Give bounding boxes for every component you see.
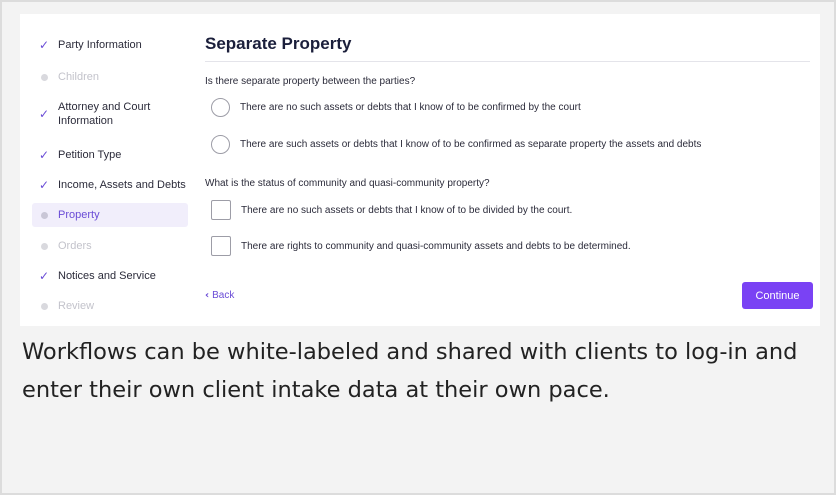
back-label: Back xyxy=(212,290,235,301)
sidebar-item-attorney-court[interactable]: ✓ Attorney and Court Information xyxy=(32,96,188,132)
sidebar-item-children: Children xyxy=(32,64,188,90)
steps-sidebar: ✓ Party Information Children ✓ Attorney … xyxy=(32,32,188,319)
checkbox[interactable] xyxy=(211,236,231,256)
checkbox[interactable] xyxy=(211,200,231,220)
question-community-property: What is the status of community and quas… xyxy=(205,178,490,189)
back-link[interactable]: ‹ Back xyxy=(205,290,234,301)
sidebar-item-label: Property xyxy=(58,209,100,221)
radio-option-no-separate[interactable]: There are no such assets or debts that I… xyxy=(211,98,581,117)
sidebar-item-label: Income, Assets and Debts xyxy=(58,179,186,191)
continue-button[interactable]: Continue xyxy=(742,282,813,309)
check-icon: ✓ xyxy=(38,269,50,283)
dot-icon xyxy=(38,209,50,221)
sidebar-item-property[interactable]: Property xyxy=(32,203,188,227)
check-icon: ✓ xyxy=(38,148,50,162)
question-separate-property: Is there separate property between the p… xyxy=(205,76,416,87)
sidebar-item-label: Attorney and Court Information xyxy=(58,101,151,127)
checkbox-option-no-community[interactable]: There are no such assets or debts that I… xyxy=(211,200,572,220)
radio-button[interactable] xyxy=(211,135,230,154)
sidebar-item-petition-type[interactable]: ✓ Petition Type xyxy=(32,142,188,168)
caption-text: Workflows can be white-labeled and share… xyxy=(22,339,798,403)
dot-icon xyxy=(38,300,50,312)
title-divider xyxy=(205,61,810,62)
sidebar-item-review: Review xyxy=(32,293,188,319)
check-icon: ✓ xyxy=(38,38,50,52)
sidebar-item-label: Orders xyxy=(58,240,92,252)
radio-option-has-separate[interactable]: There are such assets or debts that I kn… xyxy=(211,135,701,154)
sidebar-item-label: Notices and Service xyxy=(58,270,156,282)
sidebar-item-label: Petition Type xyxy=(58,149,122,161)
sidebar-item-label: Children xyxy=(58,71,99,83)
sidebar-item-label: Review xyxy=(58,300,95,312)
radio-button[interactable] xyxy=(211,98,230,117)
sidebar-item-label: Party Information xyxy=(58,39,142,51)
option-label: There are rights to community and quasi-… xyxy=(241,240,631,252)
checkbox-option-rights-community[interactable]: There are rights to community and quasi-… xyxy=(211,236,631,256)
sidebar-item-party-information[interactable]: ✓ Party Information xyxy=(32,32,188,58)
sidebar-item-income-assets-debts[interactable]: ✓ Income, Assets and Debts xyxy=(32,172,188,198)
workflow-card: ✓ Party Information Children ✓ Attorney … xyxy=(20,14,820,326)
sidebar-item-notices-service[interactable]: ✓ Notices and Service xyxy=(32,263,188,289)
check-icon: ✓ xyxy=(38,178,50,192)
option-label: There are no such assets or debts that I… xyxy=(241,204,573,216)
dot-icon xyxy=(38,240,50,252)
option-label: There are no such assets or debts that I… xyxy=(240,102,581,113)
sidebar-item-orders: Orders xyxy=(32,233,188,259)
option-label: There are such assets or debts that I kn… xyxy=(240,139,702,150)
dot-icon xyxy=(38,71,50,83)
check-icon: ✓ xyxy=(38,107,50,121)
page-title: Separate Property xyxy=(205,34,352,53)
chevron-left-icon: ‹ xyxy=(205,290,210,301)
slide-frame: ✓ Party Information Children ✓ Attorney … xyxy=(0,0,836,495)
